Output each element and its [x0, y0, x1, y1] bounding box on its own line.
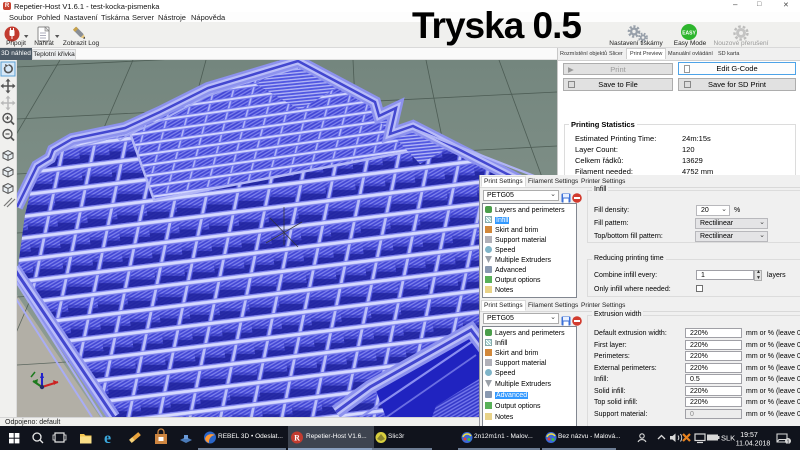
svg-text:11.04.2018: 11.04.2018 [736, 441, 771, 448]
svg-text:19:57: 19:57 [740, 432, 758, 439]
svg-text:1: 1 [786, 439, 789, 445]
svg-text:e: e [104, 430, 111, 447]
svg-text:EASY: EASY [682, 31, 696, 37]
svg-text:SLK: SLK [721, 434, 735, 443]
